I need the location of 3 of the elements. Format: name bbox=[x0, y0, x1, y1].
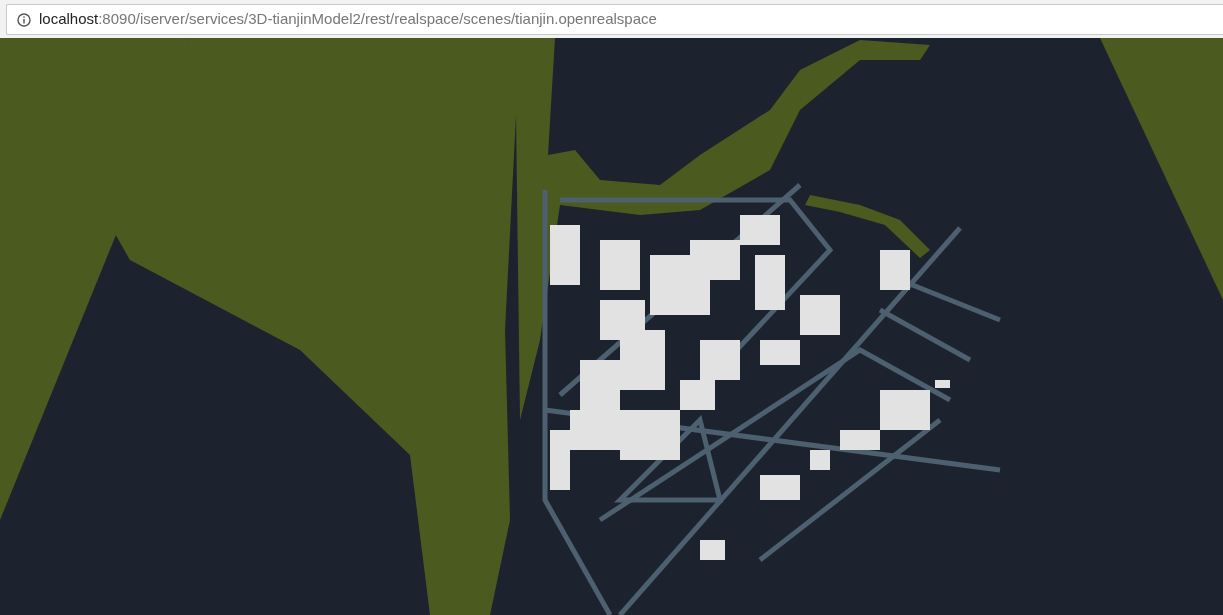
info-icon[interactable] bbox=[17, 12, 31, 27]
address-bar[interactable]: localhost:8090/iserver/services/3D-tianjinModel2/rest/realspace/scenes/tianjin.openrealspace bbox=[6, 4, 1223, 35]
url-text: localhost:8090/iserver/services/3D-tianjinModel2/rest/realspace/scenes/tianjin.openrealspace bbox=[39, 9, 657, 30]
